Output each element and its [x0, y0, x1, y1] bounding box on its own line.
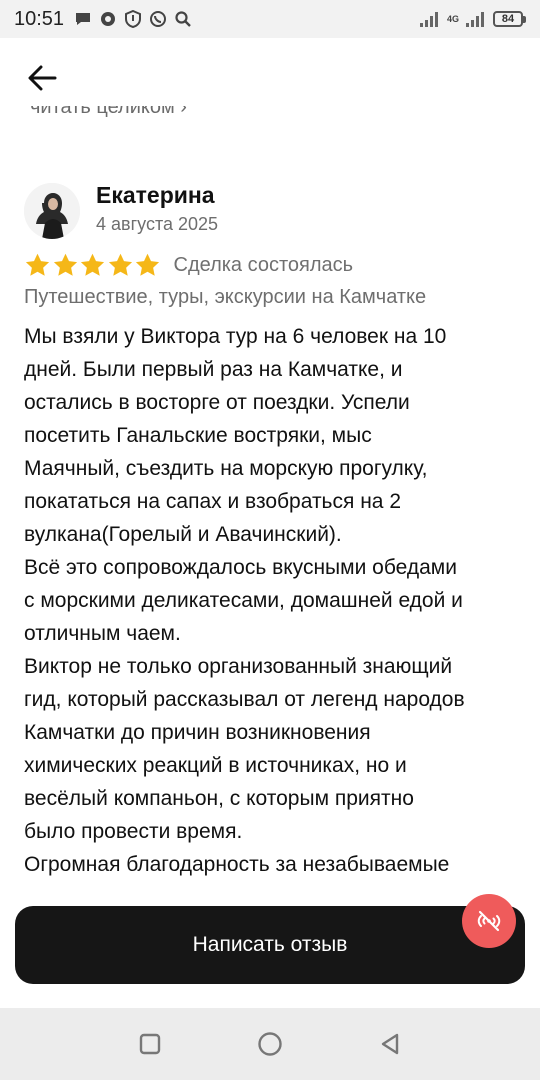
signal-strength-icon-2	[466, 12, 484, 27]
rating: Сделка состоялась	[24, 252, 353, 279]
review-line: дней. Были первый раз на Камчатке, и	[24, 358, 403, 381]
recent-apps-icon	[139, 1033, 161, 1055]
review-line: вулкана(Горелый и Авачинский).	[24, 523, 342, 546]
shield-icon	[125, 10, 142, 28]
floating-badge[interactable]	[462, 894, 516, 948]
battery-level: 84	[493, 11, 523, 27]
avatar[interactable]	[24, 183, 80, 239]
battery-icon: 84	[493, 11, 526, 27]
review-line: было провести время.	[24, 820, 243, 843]
recent-apps-button[interactable]	[130, 1024, 170, 1064]
network-type: 4G	[446, 13, 459, 24]
review-line: посетить Ганальские востряки, мыс	[24, 424, 372, 447]
star-icon	[25, 253, 50, 276]
back-button[interactable]	[24, 60, 60, 96]
review-line: гид, который рассказывал от легенд народ…	[24, 688, 465, 711]
review-line: химических реакций в источниках, но и	[24, 754, 407, 777]
write-review-button[interactable]: Написать отзыв	[15, 906, 525, 984]
home-icon	[258, 1032, 282, 1056]
review-line: весёлый компаньон, с которым приятно	[24, 787, 414, 810]
search-icon	[175, 11, 191, 27]
star-icon	[80, 253, 105, 276]
review-text: Мы взяли у Виктора тур на 6 человек на 1…	[24, 320, 520, 881]
no-signal-icon	[477, 910, 501, 932]
home-button[interactable]	[250, 1024, 290, 1064]
system-nav-bar	[0, 1008, 540, 1080]
author-name: Екатерина	[96, 182, 215, 208]
review-line: остались в восторге от поездки. Успели	[24, 391, 410, 414]
review-line: с морскими деликатесами, домашней едой и	[24, 589, 463, 612]
review-line: Маячный, съездить на морскую прогулку,	[24, 457, 428, 480]
review-line: Огромная благодарность за незабываемые	[24, 853, 450, 876]
status-right: 4G 84	[419, 10, 526, 28]
read-full-link-text: читать целиком ›	[30, 106, 187, 118]
status-bar: 10:51 4G 84	[0, 0, 540, 38]
review-line: отличным чаем.	[24, 622, 181, 645]
read-full-link[interactable]: читать целиком ›	[30, 106, 187, 128]
star-icon	[135, 253, 160, 276]
arrow-left-icon	[28, 65, 57, 91]
system-back-button[interactable]	[370, 1024, 410, 1064]
status-time: 10:51	[14, 7, 65, 30]
signal-strength-icon	[419, 12, 438, 27]
review-line: Всё это сопровождалось вкусными обедами	[24, 556, 457, 579]
star-icon	[53, 253, 77, 276]
notification-icons	[74, 10, 192, 28]
review-line: Мы взяли у Виктора тур на 6 человек на 1…	[24, 325, 447, 348]
star-icon	[108, 253, 132, 276]
review-line: Виктор не только организованный знающий	[24, 655, 453, 678]
review-line: Камчатки до причин возникновения	[24, 721, 371, 744]
avatar-photo	[24, 183, 80, 239]
review-date: 4 августа 2025	[96, 214, 219, 234]
review-category: Путешествие, туры, экскурсии на Камчатке	[24, 286, 427, 308]
whatsapp-icon	[150, 11, 167, 27]
battery-tip	[523, 15, 526, 23]
back-triangle-icon	[381, 1033, 399, 1055]
chat-bubble-icon	[76, 13, 91, 25]
messenger-icon	[101, 12, 116, 26]
review-line: покататься на сапах и взобраться на 2	[24, 490, 401, 513]
deal-status: Сделка состоялась	[173, 254, 354, 276]
